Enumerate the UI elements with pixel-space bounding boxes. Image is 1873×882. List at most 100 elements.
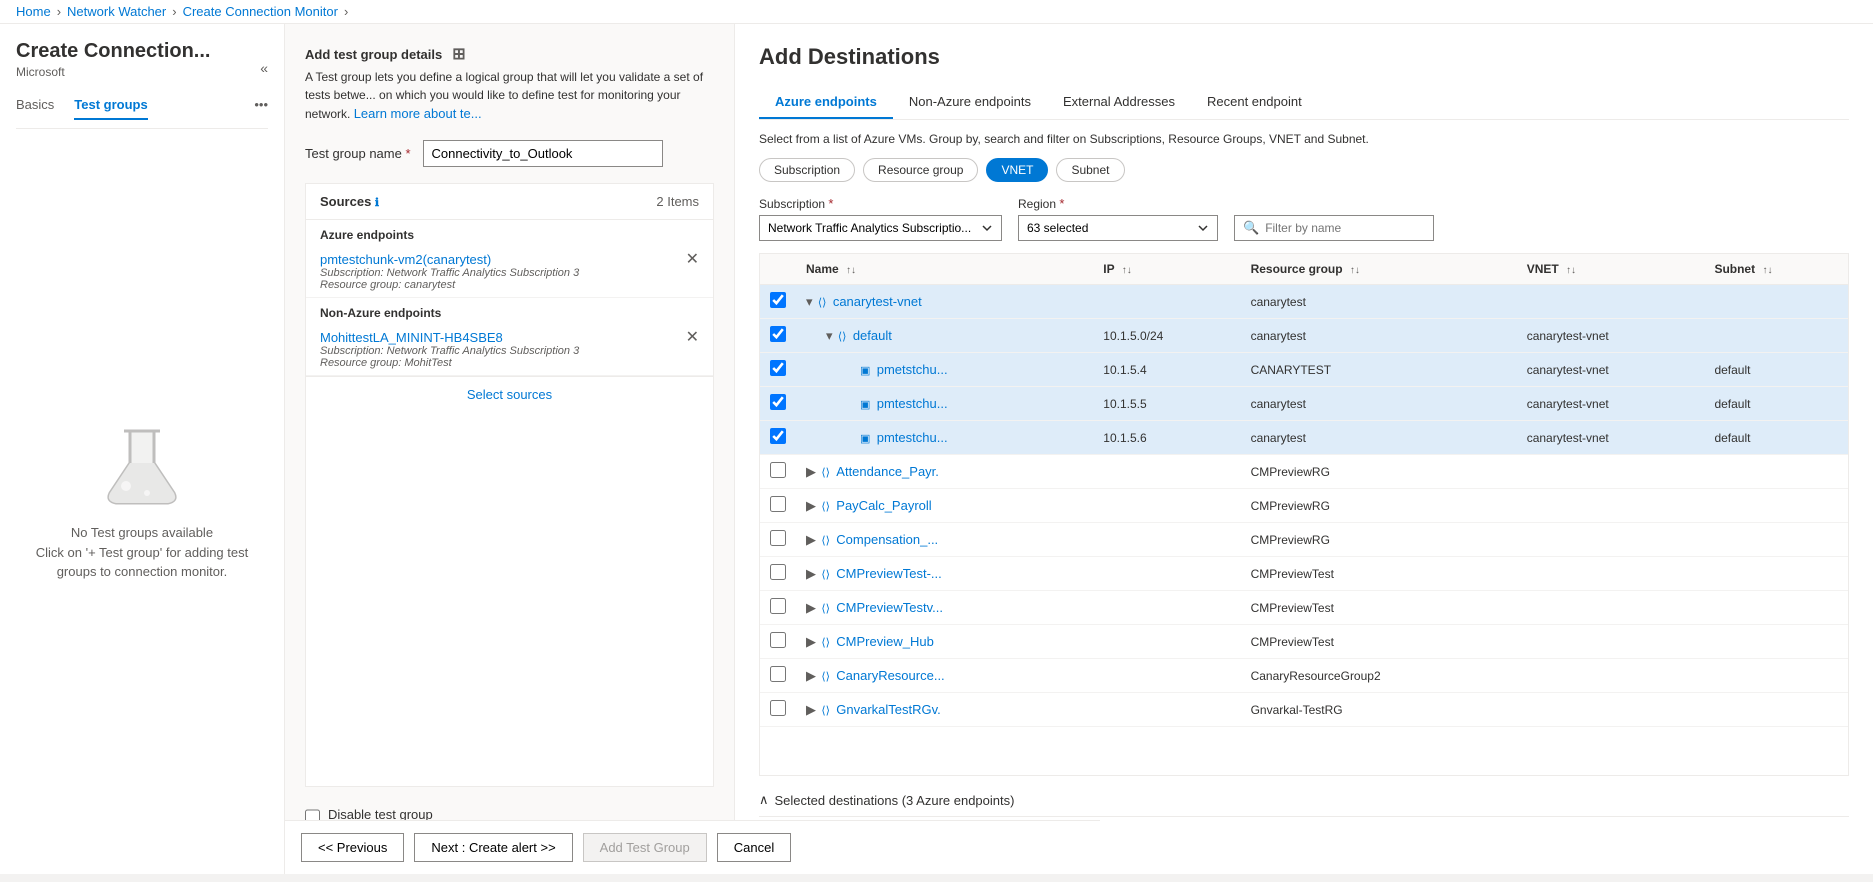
add-test-group-button[interactable]: Add Test Group (583, 833, 707, 862)
expand-icon[interactable]: ▶ (806, 702, 816, 717)
row-checkbox[interactable] (770, 666, 786, 682)
row-name-link[interactable]: Attendance_Payr. (836, 464, 939, 479)
expand-icon[interactable]: ▶ (806, 600, 816, 615)
destinations-table: Name ↑↓ IP ↑↓ Resource group ↑↓ VNET ↑↓ … (759, 253, 1849, 776)
row-resource-group: canarytest (1241, 421, 1517, 455)
remove-azure-source-button[interactable]: ✕ (686, 252, 699, 268)
sources-label: Sources ℹ (320, 194, 379, 209)
row-checkbox[interactable] (770, 428, 786, 444)
row-checkbox-cell[interactable] (760, 285, 796, 319)
expand-icon[interactable]: ▾ (826, 328, 833, 343)
row-name-cell: ▾ ⟨⟩ default (796, 319, 1093, 353)
remove-non-azure-source-button[interactable]: ✕ (686, 330, 699, 346)
test-group-name-input[interactable] (423, 140, 663, 167)
table-row: ▶ ⟨⟩ Compensation_... CMPreviewRG (760, 523, 1848, 557)
row-name-link[interactable]: canarytest-vnet (833, 294, 922, 309)
expand-icon[interactable]: ▶ (806, 668, 816, 683)
tab-recent-endpoint[interactable]: Recent endpoint (1191, 86, 1318, 119)
tab-azure-endpoints[interactable]: Azure endpoints (759, 86, 893, 119)
row-checkbox[interactable] (770, 394, 786, 410)
select-sources-button[interactable]: Select sources (306, 376, 713, 412)
sidebar-collapse-icon[interactable]: « (260, 60, 268, 76)
row-name-link[interactable]: CMPreviewTest-... (836, 566, 941, 581)
row-name-link[interactable]: GnvarkalTestRGv. (836, 702, 941, 717)
row-ip (1093, 455, 1240, 489)
row-checkbox-cell[interactable] (760, 319, 796, 353)
pill-subnet[interactable]: Subnet (1056, 158, 1124, 182)
row-checkbox[interactable] (770, 496, 786, 512)
row-name-cell: ▶ ⟨⟩ CMPreviewTest-... (796, 557, 1093, 591)
expand-icon[interactable]: ▶ (806, 566, 816, 581)
sidebar-nav-test-groups[interactable]: Test groups (74, 97, 147, 120)
pill-vnet[interactable]: VNET (986, 158, 1048, 182)
row-checkbox-cell[interactable] (760, 591, 796, 625)
next-button[interactable]: Next : Create alert >> (414, 833, 572, 862)
row-checkbox[interactable] (770, 326, 786, 342)
tab-external-addresses[interactable]: External Addresses (1047, 86, 1191, 119)
row-checkbox[interactable] (770, 292, 786, 308)
row-checkbox[interactable] (770, 632, 786, 648)
breadcrumb-create-connection-monitor[interactable]: Create Connection Monitor (183, 4, 338, 19)
expand-icon[interactable]: ▶ (806, 532, 816, 547)
network-icon: ⟨⟩ (821, 569, 830, 581)
row-checkbox-cell[interactable] (760, 455, 796, 489)
subscription-filter-select[interactable]: Network Traffic Analytics Subscriptio... (759, 215, 1002, 241)
row-checkbox[interactable] (770, 700, 786, 716)
breadcrumb-network-watcher[interactable]: Network Watcher (67, 4, 166, 19)
selected-footer-chevron[interactable]: ∧ (759, 792, 769, 808)
row-checkbox-cell[interactable] (760, 693, 796, 727)
row-checkbox-cell[interactable] (760, 659, 796, 693)
source-link-non-azure[interactable]: MohittestLA_MININT-HB4SBE8 (320, 330, 503, 345)
row-checkbox[interactable] (770, 530, 786, 546)
row-checkbox[interactable] (770, 598, 786, 614)
sidebar-nav-basics[interactable]: Basics (16, 97, 54, 120)
search-icon: 🔍 (1243, 220, 1259, 236)
breadcrumb-home[interactable]: Home (16, 4, 51, 19)
row-resource-group: CMPreviewTest (1241, 591, 1517, 625)
expand-icon[interactable]: ▾ (806, 294, 813, 309)
row-name-link[interactable]: CMPreviewTestv... (836, 600, 943, 615)
row-checkbox[interactable] (770, 360, 786, 376)
row-checkbox[interactable] (770, 462, 786, 478)
row-checkbox-cell[interactable] (760, 387, 796, 421)
row-name-link[interactable]: pmtestchu... (877, 430, 948, 445)
row-ip (1093, 625, 1240, 659)
table-row: ▶ ⟨⟩ CMPreviewTest-... CMPreviewTest (760, 557, 1848, 591)
sidebar-nav-more[interactable]: ••• (254, 97, 268, 120)
row-subnet (1704, 455, 1848, 489)
row-checkbox-cell[interactable] (760, 353, 796, 387)
cancel-button-middle[interactable]: Cancel (717, 833, 791, 862)
previous-button[interactable]: << Previous (301, 833, 404, 862)
row-checkbox-cell[interactable] (760, 557, 796, 591)
expand-icon[interactable]: ▶ (806, 634, 816, 649)
subscription-filter-group: Subscription * Network Traffic Analytics… (759, 196, 1002, 241)
row-checkbox-cell[interactable] (760, 421, 796, 455)
row-name-link[interactable]: PayCalc_Payroll (836, 498, 931, 513)
pill-subscription[interactable]: Subscription (759, 158, 855, 182)
row-checkbox-cell[interactable] (760, 625, 796, 659)
row-resource-group: CANARYTEST (1241, 353, 1517, 387)
row-name-link[interactable]: CanaryResource... (836, 668, 944, 683)
expand-icon[interactable]: ▶ (806, 464, 816, 479)
source-link-azure[interactable]: pmtestchunk-vm2(canarytest) (320, 252, 491, 267)
pill-resource-group[interactable]: Resource group (863, 158, 978, 182)
row-checkbox[interactable] (770, 564, 786, 580)
row-checkbox-cell[interactable] (760, 489, 796, 523)
region-filter-select[interactable]: 63 selected (1018, 215, 1218, 241)
expand-icon[interactable]: ▶ (806, 498, 816, 513)
row-subnet: default (1704, 353, 1848, 387)
name-filter-input[interactable] (1265, 221, 1425, 235)
tab-non-azure-endpoints[interactable]: Non-Azure endpoints (893, 86, 1047, 119)
row-ip: 10.1.5.4 (1093, 353, 1240, 387)
learn-more-link[interactable]: Learn more about te... (354, 106, 482, 121)
row-vnet (1517, 693, 1705, 727)
row-checkbox-cell[interactable] (760, 523, 796, 557)
row-name-link[interactable]: Compensation_... (836, 532, 938, 547)
row-name-link[interactable]: default (853, 328, 892, 343)
row-name-link[interactable]: pmtestchu... (877, 396, 948, 411)
row-name-link[interactable]: pmetstchu... (877, 362, 948, 377)
row-vnet (1517, 557, 1705, 591)
panel-settings-icon[interactable]: ⊞ (452, 44, 465, 64)
th-name: Name ↑↓ (796, 254, 1093, 285)
row-name-link[interactable]: CMPreview_Hub (836, 634, 934, 649)
